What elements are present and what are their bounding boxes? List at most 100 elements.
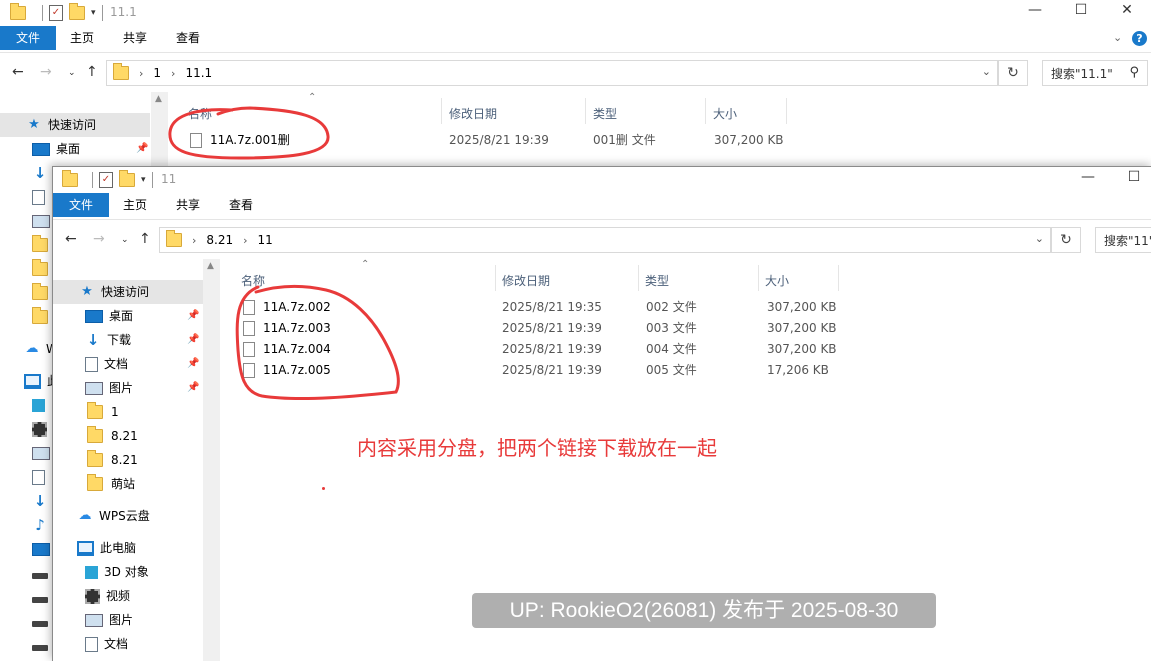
breadcrumb-11[interactable]: 11 xyxy=(258,233,273,247)
column-size[interactable]: 大小 xyxy=(713,100,737,128)
breadcrumb-11-1[interactable]: 11.1 xyxy=(185,66,212,80)
nav-desktop[interactable] xyxy=(0,537,56,561)
pin-icon[interactable]: 📌 xyxy=(187,382,199,393)
nav-drive[interactable] xyxy=(0,633,54,657)
chevron-right-icon[interactable]: › xyxy=(139,67,143,80)
tab-home[interactable]: 主页 xyxy=(113,193,157,217)
column-name[interactable]: 名称 xyxy=(188,100,212,128)
nav-downloads[interactable]: ↓ xyxy=(0,161,54,185)
new-folder-icon[interactable] xyxy=(119,170,135,187)
nav-pictures[interactable]: 图片 xyxy=(53,376,133,400)
table-row[interactable]: 11A.7z.001删 2025/8/21 19:39 001删 文件 307,… xyxy=(190,130,810,151)
column-divider[interactable] xyxy=(495,265,496,291)
column-date[interactable]: 修改日期 xyxy=(502,267,550,295)
nav-pictures[interactable] xyxy=(0,441,56,465)
nav-this-pc[interactable]: 此电脑 xyxy=(53,536,136,560)
pin-icon[interactable]: 📌 xyxy=(136,143,148,154)
forward-arrow-icon[interactable]: → xyxy=(40,64,52,80)
nav-videos[interactable]: 视频 xyxy=(53,584,130,608)
column-type[interactable]: 类型 xyxy=(593,100,617,128)
column-size[interactable]: 大小 xyxy=(765,267,789,295)
address-bar[interactable]: › 8.21 › 11 ⌄ xyxy=(159,227,1051,253)
column-divider[interactable] xyxy=(838,265,839,291)
help-icon[interactable]: ? xyxy=(1132,31,1147,46)
maximize-button[interactable]: ☐ xyxy=(1111,169,1151,185)
recent-locations-icon[interactable]: ⌄ xyxy=(68,68,76,78)
address-dropdown-icon[interactable]: ⌄ xyxy=(982,65,991,78)
nav-quick-access[interactable]: ★ 快速访问 xyxy=(0,113,150,137)
nav-3d-objects[interactable] xyxy=(0,393,51,417)
nav-desktop[interactable]: 桌面 xyxy=(53,304,133,328)
nav-documents[interactable] xyxy=(0,185,51,209)
nav-scrollbar[interactable]: ▲ xyxy=(203,259,220,661)
customize-dropdown-icon[interactable]: ▾ xyxy=(141,175,146,185)
refresh-button[interactable]: ↻ xyxy=(998,60,1028,86)
nav-this-pc[interactable]: 此 xyxy=(0,369,59,393)
tab-share[interactable]: 共享 xyxy=(113,26,157,50)
tab-view[interactable]: 查看 xyxy=(166,26,210,50)
address-dropdown-icon[interactable]: ⌄ xyxy=(1035,232,1044,245)
customize-dropdown-icon[interactable]: ▾ xyxy=(91,8,96,18)
breadcrumb-8-21[interactable]: 8.21 xyxy=(206,233,233,247)
column-divider[interactable] xyxy=(705,98,706,124)
tab-view[interactable]: 查看 xyxy=(219,193,263,217)
nav-desktop[interactable]: 桌面 xyxy=(0,137,80,161)
nav-folder[interactable] xyxy=(0,305,48,329)
nav-folder-mengzhan[interactable]: 萌站 xyxy=(53,472,135,496)
close-button[interactable]: ✕ xyxy=(1104,2,1150,18)
ribbon-expand-icon[interactable]: ⌄ xyxy=(1113,31,1122,44)
breadcrumb-1[interactable]: 1 xyxy=(153,66,161,80)
back-arrow-icon[interactable]: ← xyxy=(12,64,24,80)
nav-drive[interactable] xyxy=(0,585,54,609)
table-row[interactable]: 11A.7z.005 2025/8/21 19:39 005 文件 17,206… xyxy=(243,360,863,381)
pin-icon[interactable]: 📌 xyxy=(187,358,199,369)
scroll-up-icon[interactable]: ▲ xyxy=(155,94,162,104)
nav-documents[interactable] xyxy=(0,465,51,489)
minimize-button[interactable]: — xyxy=(1012,2,1058,18)
new-folder-icon[interactable] xyxy=(69,3,85,20)
tab-file[interactable]: 文件 xyxy=(0,26,56,50)
up-arrow-icon[interactable]: ↑ xyxy=(139,231,151,247)
nav-folder-8-21[interactable]: 8.21 xyxy=(53,448,138,472)
nav-documents[interactable]: 文档 xyxy=(53,632,128,656)
nav-folder-1[interactable]: 1 xyxy=(53,400,119,424)
column-date[interactable]: 修改日期 xyxy=(449,100,497,128)
properties-icon[interactable]: ✓ xyxy=(99,172,113,188)
nav-pictures[interactable] xyxy=(0,209,56,233)
address-bar[interactable]: › 1 › 11.1 ⌄ xyxy=(106,60,998,86)
minimize-button[interactable]: — xyxy=(1065,169,1111,185)
nav-wps-cloud[interactable]: ☁ W xyxy=(0,337,58,361)
nav-documents[interactable]: 文档 xyxy=(53,352,128,376)
nav-drive[interactable] xyxy=(0,609,54,633)
nav-folder-8-21[interactable]: 8.21 xyxy=(53,424,138,448)
maximize-button[interactable]: ☐ xyxy=(1058,2,1104,18)
pin-icon[interactable]: 📌 xyxy=(187,310,199,321)
column-divider[interactable] xyxy=(585,98,586,124)
search-input[interactable]: 搜索"11" xyxy=(1095,227,1151,253)
nav-downloads[interactable]: ↓ xyxy=(0,489,54,513)
forward-arrow-icon[interactable]: → xyxy=(93,231,105,247)
nav-downloads[interactable]: ↓ 下载 xyxy=(53,328,131,352)
scroll-up-icon[interactable]: ▲ xyxy=(207,261,214,271)
column-divider[interactable] xyxy=(758,265,759,291)
column-name[interactable]: 名称 xyxy=(241,267,265,295)
column-divider[interactable] xyxy=(786,98,787,124)
nav-folder[interactable] xyxy=(0,281,48,305)
pin-icon[interactable]: 📌 xyxy=(187,334,199,345)
properties-icon[interactable]: ✓ xyxy=(49,5,63,21)
chevron-right-icon[interactable]: › xyxy=(171,67,175,80)
recent-locations-icon[interactable]: ⌄ xyxy=(121,235,129,245)
table-row[interactable]: 11A.7z.004 2025/8/21 19:39 004 文件 307,20… xyxy=(243,339,863,360)
table-row[interactable]: 11A.7z.002 2025/8/21 19:35 002 文件 307,20… xyxy=(243,297,863,318)
table-row[interactable]: 11A.7z.003 2025/8/21 19:39 003 文件 307,20… xyxy=(243,318,863,339)
nav-music[interactable]: ♪ xyxy=(0,513,54,537)
up-arrow-icon[interactable]: ↑ xyxy=(86,64,98,80)
chevron-right-icon[interactable]: › xyxy=(243,234,247,247)
column-divider[interactable] xyxy=(638,265,639,291)
chevron-right-icon[interactable]: › xyxy=(192,234,196,247)
refresh-button[interactable]: ↻ xyxy=(1051,227,1081,253)
column-type[interactable]: 类型 xyxy=(645,267,669,295)
tab-share[interactable]: 共享 xyxy=(166,193,210,217)
nav-pictures[interactable]: 图片 xyxy=(53,608,133,632)
nav-quick-access[interactable]: ★ 快速访问 xyxy=(53,280,203,304)
